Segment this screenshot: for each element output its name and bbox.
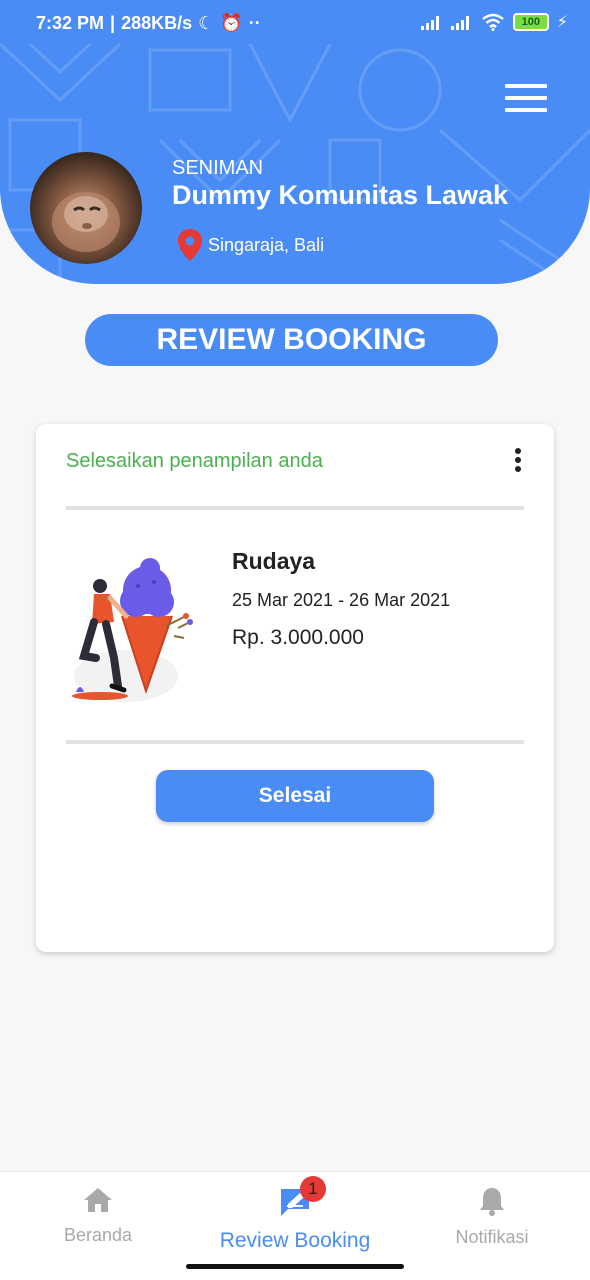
nav-review-label: Review Booking: [219, 1229, 371, 1252]
profile-header: 7:32 PM | 288KB/s ☾ ⏰ ·· 100 ⚡ SENIMAN D…: [0, 0, 590, 284]
finish-button[interactable]: Selesai: [156, 770, 434, 822]
performer-illustration: [72, 558, 193, 702]
profile-role: SENIMAN: [172, 157, 264, 179]
divider-top: [66, 506, 524, 510]
card-heading: Selesaikan penampilan anda: [66, 450, 323, 472]
home-icon: [84, 1188, 112, 1212]
status-speed: 288KB/s: [121, 13, 193, 33]
location-text: Singaraja, Bali: [208, 234, 325, 255]
bell-icon: [480, 1188, 504, 1216]
booking-price: Rp. 3.000.000: [232, 626, 364, 649]
booking-name: Rudaya: [232, 548, 316, 574]
nav-notifications-label: Notifikasi: [455, 1227, 529, 1247]
alarm-icon: ⏰: [220, 13, 243, 33]
divider-bottom: [66, 740, 524, 744]
wifi-icon: [481, 13, 504, 31]
signal-icon-2: [450, 16, 469, 30]
home-indicator[interactable]: [186, 1264, 404, 1269]
profile-name: Dummy Komunitas Lawak: [172, 180, 509, 210]
nav-home[interactable]: Beranda: [0, 1186, 196, 1246]
battery-icon: 100: [512, 13, 549, 31]
location-pin-icon: [178, 229, 202, 261]
dots-icon: ··: [248, 13, 261, 33]
avatar: [30, 152, 142, 264]
nav-notifications[interactable]: Notifikasi: [394, 1186, 590, 1248]
more-options-icon[interactable]: [512, 448, 524, 476]
booking-date: 25 Mar 2021 - 26 Mar 2021: [232, 590, 451, 610]
charging-icon: ⚡: [556, 14, 568, 31]
status-bar: 7:32 PM | 288KB/s ☾ ⏰ ·· 100 ⚡: [36, 13, 568, 33]
moon-icon: ☾: [198, 13, 215, 33]
status-time: 7:32 PM: [36, 13, 105, 33]
signal-icon: [420, 16, 439, 30]
review-badge: 1: [300, 1176, 326, 1202]
nav-review-booking[interactable]: 1 Review Booking: [197, 1176, 393, 1253]
nav-home-label: Beranda: [63, 1225, 133, 1245]
booking-card: Selesaikan penampilan anda Rudaya 25 Mar…: [36, 424, 554, 952]
menu-button[interactable]: [505, 84, 547, 114]
profile-location: Singaraja, Bali: [178, 229, 324, 261]
page-title: REVIEW BOOKING: [85, 314, 498, 366]
